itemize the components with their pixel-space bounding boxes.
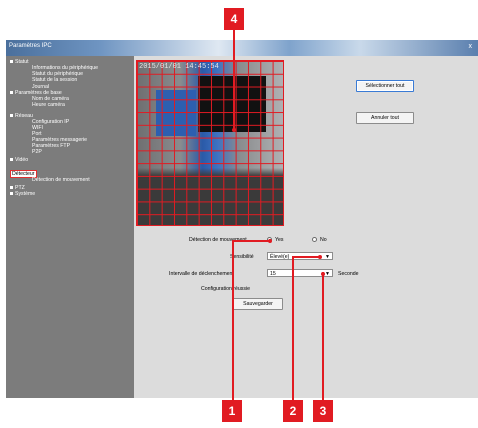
seconds-label: Seconde bbox=[338, 271, 359, 277]
chevron-down-icon: ▼ bbox=[325, 271, 330, 277]
callout-1-line-v bbox=[232, 240, 234, 400]
motion-no-radio[interactable] bbox=[312, 237, 317, 242]
save-button[interactable]: Sauvegarder bbox=[233, 298, 283, 310]
callout-1-line-h bbox=[232, 240, 270, 242]
expand-icon[interactable] bbox=[10, 186, 13, 190]
sensitivity-value: Élevé(e) bbox=[270, 254, 290, 260]
motion-zone-grid[interactable] bbox=[136, 60, 284, 226]
cancel-all-button[interactable]: Annuler tout bbox=[356, 112, 414, 124]
callout-3: 3 bbox=[313, 400, 333, 422]
expand-icon[interactable] bbox=[10, 60, 13, 64]
callout-3-line bbox=[322, 272, 324, 400]
window-title: Paramètres IPC bbox=[9, 43, 52, 49]
select-all-button[interactable]: Sélectionner tout bbox=[356, 80, 414, 92]
callout-4: 4 bbox=[224, 8, 244, 30]
callout-1: 1 bbox=[222, 400, 242, 422]
tree-leaf[interactable]: Détection de mouvement bbox=[32, 177, 90, 183]
tree-node[interactable]: Système bbox=[10, 191, 35, 197]
callout-2-line bbox=[292, 256, 320, 258]
tree-label: Vidéo bbox=[15, 157, 29, 163]
tree-node[interactable]: Statut bbox=[10, 59, 29, 65]
tree-label: Statut bbox=[15, 59, 29, 65]
tree-label: Système bbox=[15, 191, 36, 197]
callout-2-line-v bbox=[292, 256, 294, 400]
settings-tree: Statut Informations du périphérique Statut… bbox=[6, 56, 134, 398]
expand-icon[interactable] bbox=[10, 192, 13, 196]
motion-yes-label: Yes bbox=[275, 237, 284, 243]
tree-leaf[interactable]: P2P bbox=[32, 149, 42, 155]
status-message: Configuration réussie bbox=[201, 286, 251, 292]
tree-label: Statut de la session bbox=[32, 77, 78, 83]
tree-leaf[interactable]: Statut de la session bbox=[32, 77, 77, 83]
video-timestamp: 2015/01/01 14:45:54 bbox=[139, 63, 219, 71]
trigger-interval-value: 15 bbox=[270, 271, 276, 277]
trigger-interval-label: Intervalle de déclenchement bbox=[169, 271, 234, 277]
callout-2: 2 bbox=[283, 400, 303, 422]
camera-preview[interactable]: 2015/01/01 14:45:54 bbox=[136, 60, 284, 226]
tree-label: Détection de mouvement bbox=[32, 177, 90, 183]
tree-label: Réseau bbox=[15, 113, 33, 119]
expand-icon[interactable] bbox=[10, 91, 13, 95]
motion-no-label: No bbox=[320, 237, 327, 243]
tree-label: Heure caméra bbox=[32, 102, 65, 108]
close-icon[interactable]: x bbox=[469, 43, 473, 50]
tree-node[interactable]: Réseau bbox=[10, 113, 33, 119]
callout-4-dot bbox=[232, 128, 236, 132]
tree-label: P2P bbox=[32, 149, 42, 155]
callout-4-line bbox=[233, 30, 235, 130]
expand-icon[interactable] bbox=[10, 158, 13, 162]
title-bar: Paramètres IPC x bbox=[6, 40, 478, 56]
tree-node[interactable]: Vidéo bbox=[10, 157, 28, 163]
expand-icon[interactable] bbox=[10, 114, 13, 118]
chevron-down-icon: ▼ bbox=[325, 254, 330, 260]
tree-leaf[interactable]: Heure caméra bbox=[32, 102, 65, 108]
